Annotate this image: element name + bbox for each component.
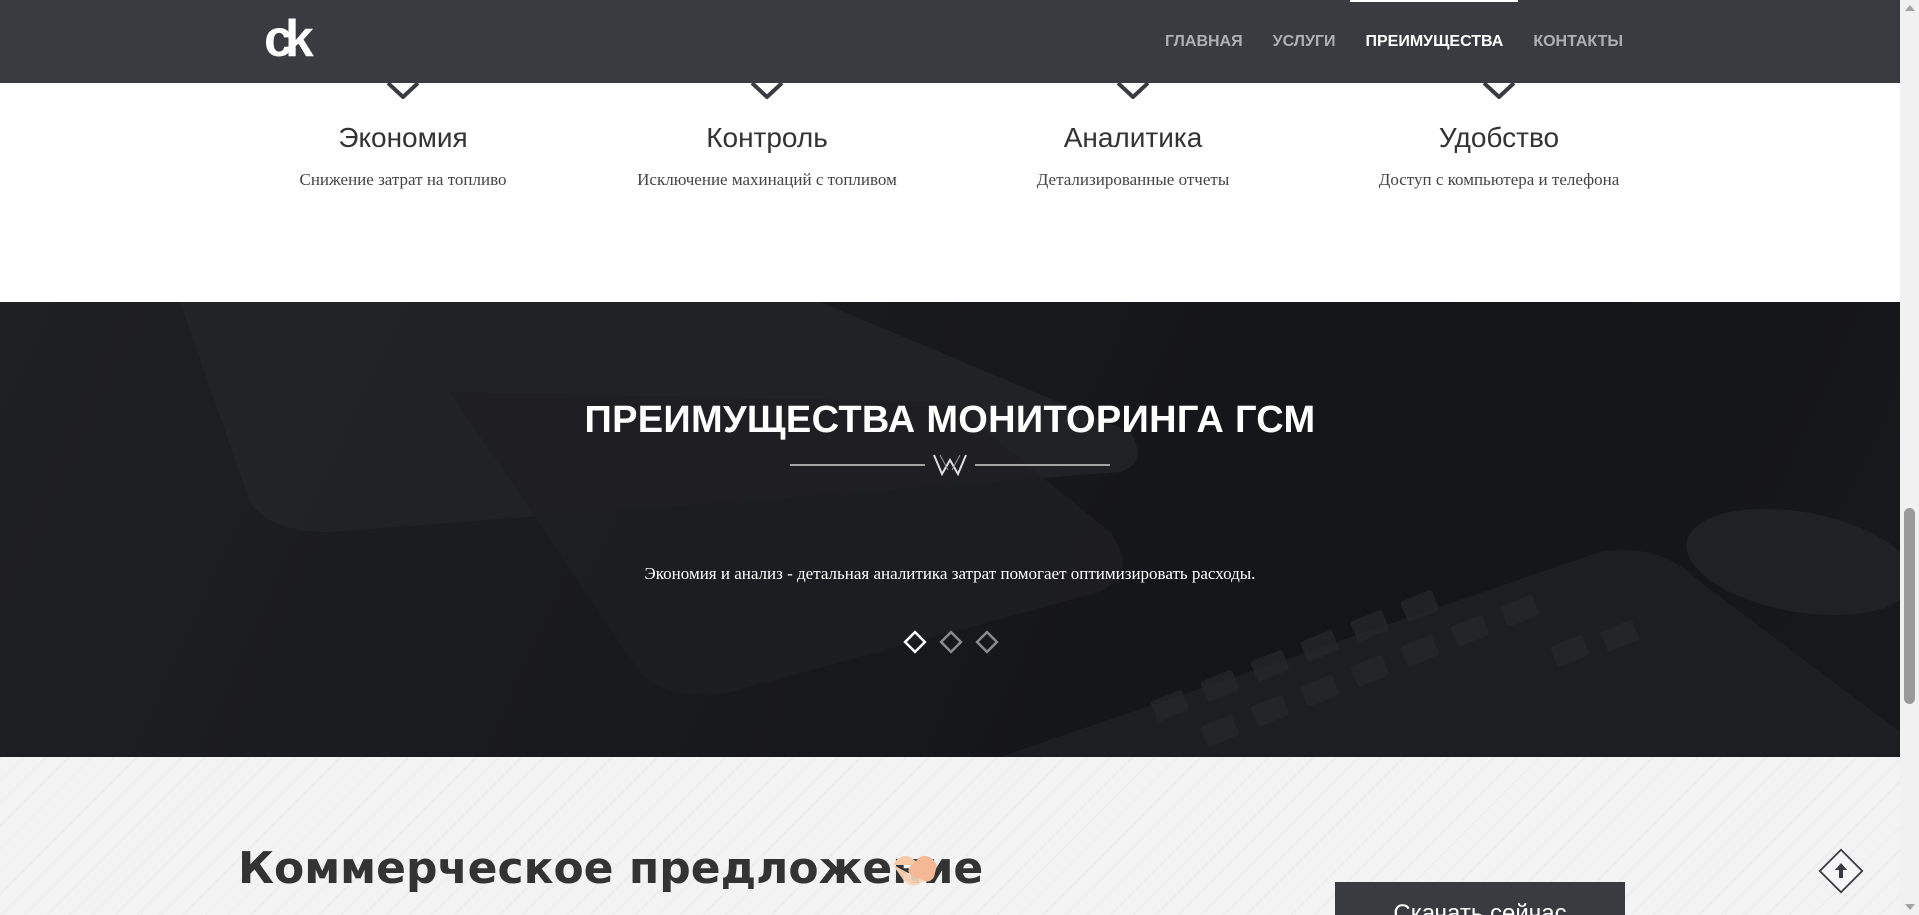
advantages-banner: ПРЕИМУЩЕСТВА МОНИТОРИНГА ГСМ Экономия и … bbox=[0, 302, 1900, 757]
feature-desc: Доступ с компьютера и телефона bbox=[1378, 170, 1620, 189]
feature-analytics: Аналитика Детализированные отчеты bbox=[953, 83, 1313, 190]
feature-title: Удобство bbox=[1438, 122, 1560, 153]
scroll-top-button[interactable] bbox=[1816, 846, 1866, 896]
feature-title: Аналитика bbox=[1063, 122, 1203, 153]
feature-economy: Экономия Снижение затрат на топливо bbox=[223, 83, 583, 190]
slider-dot[interactable] bbox=[939, 630, 963, 654]
site-header: ck ГЛАВНАЯ УСЛУГИ ПРЕИМУЩЕСТВА КОНТАКТЫ bbox=[0, 0, 1900, 83]
banner-title: ПРЕИМУЩЕСТВА МОНИТОРИНГА ГСМ bbox=[584, 399, 1316, 441]
diamond-notch-icon bbox=[386, 83, 420, 99]
svg-text:ck: ck bbox=[264, 16, 314, 66]
slider-dot-active[interactable] bbox=[903, 630, 927, 654]
feature-title: Контроль bbox=[706, 122, 828, 153]
nav-item-contacts[interactable]: КОНТАКТЫ bbox=[1518, 0, 1638, 83]
nav-item-advantages[interactable]: ПРЕИМУЩЕСТВА bbox=[1350, 0, 1519, 83]
nav-item-home[interactable]: ГЛАВНАЯ bbox=[1150, 0, 1258, 83]
banner-slide-text: Экономия и анализ - детальная аналитика … bbox=[644, 564, 1256, 583]
feature-convenience: Удобство Доступ с компьютера и телефона bbox=[1319, 83, 1679, 190]
nav-item-services[interactable]: УСЛУГИ bbox=[1258, 0, 1351, 83]
scroll-up-arrow-icon[interactable] bbox=[1905, 5, 1915, 11]
page-scrollbar[interactable] bbox=[1900, 0, 1919, 915]
slider-dot[interactable] bbox=[975, 630, 999, 654]
diamond-notch-icon bbox=[750, 83, 784, 99]
download-button[interactable]: Скачать сейчас bbox=[1335, 882, 1625, 915]
handshake-icon bbox=[893, 856, 937, 886]
main-nav: ГЛАВНАЯ УСЛУГИ ПРЕИМУЩЕСТВА КОНТАКТЫ bbox=[1150, 0, 1638, 83]
features-section: Экономия Снижение затрат на топливо Конт… bbox=[0, 83, 1900, 302]
offer-title: Коммерческое предложение bbox=[238, 843, 984, 894]
scrollbar-thumb[interactable] bbox=[1904, 508, 1915, 704]
feature-desc: Снижение затрат на топливо bbox=[299, 170, 507, 189]
feature-title: Экономия bbox=[338, 122, 468, 153]
diamond-notch-icon bbox=[1482, 83, 1516, 99]
section-divider bbox=[790, 454, 1110, 477]
feature-control: Контроль Исключение махинаций с топливом bbox=[587, 83, 947, 190]
feature-desc: Исключение махинаций с топливом bbox=[637, 170, 897, 189]
scroll-down-arrow-icon[interactable] bbox=[1905, 904, 1915, 910]
slider-dots bbox=[903, 630, 999, 654]
commercial-offer-section: Коммерческое предложение Скачать сейчас bbox=[0, 757, 1900, 915]
diamond-notch-icon bbox=[1116, 83, 1150, 99]
desk-background-image bbox=[0, 302, 1900, 757]
logo[interactable]: ck bbox=[264, 16, 324, 66]
feature-desc: Детализированные отчеты bbox=[1036, 170, 1230, 189]
